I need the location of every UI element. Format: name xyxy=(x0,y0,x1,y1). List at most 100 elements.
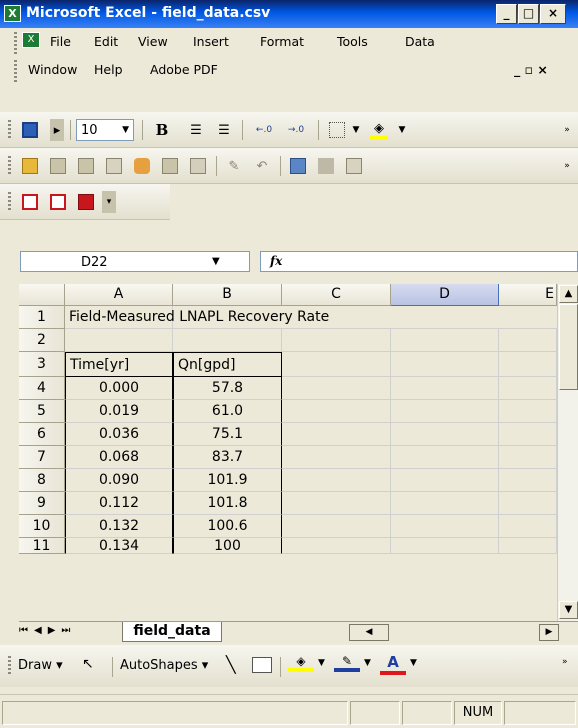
row-header[interactable]: 5 xyxy=(19,400,65,423)
row-header[interactable]: 6 xyxy=(19,423,65,446)
column-header-b[interactable]: B xyxy=(173,284,282,306)
cell[interactable] xyxy=(499,377,557,400)
menu-help[interactable]: Help xyxy=(94,62,123,77)
fill-color-dropdown-icon[interactable]: ▼ xyxy=(396,119,408,141)
cell[interactable] xyxy=(282,469,391,492)
data-cell[interactable]: 100.6 xyxy=(173,515,282,538)
toolbar-grip-4[interactable] xyxy=(8,656,11,676)
name-box-dropdown-icon[interactable]: ▼ xyxy=(212,256,220,267)
cell[interactable] xyxy=(282,352,391,377)
row-header[interactable]: 11 xyxy=(19,538,65,554)
research-icon[interactable] xyxy=(286,155,310,177)
cell[interactable] xyxy=(391,538,499,554)
increase-decimal-icon[interactable]: ←.0 xyxy=(250,119,278,141)
cell[interactable] xyxy=(282,515,391,538)
cell[interactable] xyxy=(282,329,391,352)
row-header[interactable]: 1 xyxy=(19,306,65,329)
data-cell[interactable]: 0.000 xyxy=(65,377,173,400)
decrease-decimal-icon[interactable]: →.0 xyxy=(282,119,310,141)
scroll-down-icon[interactable]: ▼ xyxy=(559,601,578,619)
minimize-button[interactable]: _ xyxy=(496,4,517,24)
data-cell[interactable]: 0.068 xyxy=(65,446,173,469)
borders-icon[interactable] xyxy=(326,119,348,141)
email-icon[interactable] xyxy=(102,155,126,177)
data-cell[interactable]: 75.1 xyxy=(173,423,282,446)
toolbar-options-icon[interactable]: ▸ xyxy=(50,119,64,141)
data-cell[interactable]: 100 xyxy=(173,538,282,554)
select-all-corner[interactable] xyxy=(19,284,65,306)
scroll-left-icon[interactable]: ◀ xyxy=(349,624,389,641)
row-header[interactable]: 10 xyxy=(19,515,65,538)
fx-icon[interactable]: fx xyxy=(270,254,282,268)
toolbar-grip-3[interactable] xyxy=(8,192,11,212)
menu-edit[interactable]: Edit xyxy=(94,34,118,49)
data-cell[interactable]: 83.7 xyxy=(173,446,282,469)
header-cell[interactable]: Qn[gpd] xyxy=(173,352,282,377)
column-header-a[interactable]: A xyxy=(65,284,173,306)
workbook-icon[interactable]: X xyxy=(22,32,40,48)
select-objects-icon[interactable]: ↖ xyxy=(82,656,94,672)
fill-color-icon-2[interactable]: ◈ xyxy=(288,654,314,672)
cell[interactable] xyxy=(391,377,499,400)
scroll-right-icon[interactable]: ▶ xyxy=(539,624,559,641)
font-size-select[interactable]: 10 ▼ xyxy=(76,119,134,141)
data-cell[interactable]: 101.8 xyxy=(173,492,282,515)
data-cell[interactable]: 0.132 xyxy=(65,515,173,538)
row-header[interactable]: 7 xyxy=(19,446,65,469)
data-cell[interactable]: 57.8 xyxy=(173,377,282,400)
cell[interactable] xyxy=(499,352,557,377)
data-cell[interactable]: 0.019 xyxy=(65,400,173,423)
borders-dropdown-icon[interactable]: ▼ xyxy=(350,119,362,141)
line-icon[interactable]: ╲ xyxy=(226,655,236,674)
toolbar-overflow-icon[interactable]: » xyxy=(562,119,572,141)
textbox-icon[interactable] xyxy=(252,657,272,673)
column-header-c[interactable]: C xyxy=(282,284,391,306)
tab-nav-icon[interactable]: ⏮◀▶⏭ xyxy=(19,625,76,636)
fill-dropdown-icon-2[interactable]: ▼ xyxy=(318,658,325,668)
cell[interactable] xyxy=(173,329,282,352)
cell[interactable] xyxy=(391,306,499,329)
line-color-dropdown-icon[interactable]: ▼ xyxy=(364,658,371,668)
cell[interactable] xyxy=(391,469,499,492)
pdf-review-icon[interactable] xyxy=(74,191,98,213)
cell[interactable] xyxy=(282,446,391,469)
save-icon[interactable] xyxy=(18,119,42,141)
formula-input[interactable] xyxy=(260,251,578,272)
cell[interactable] xyxy=(282,538,391,554)
data-cell[interactable]: 0.036 xyxy=(65,423,173,446)
cell[interactable] xyxy=(391,423,499,446)
toolbar-overflow-icon-2[interactable]: » xyxy=(562,155,572,177)
cell[interactable] xyxy=(391,515,499,538)
document-window-controls[interactable]: _ ▫ × xyxy=(514,62,548,77)
row-header[interactable]: 8 xyxy=(19,469,65,492)
folder-share-icon[interactable] xyxy=(74,155,98,177)
bold-button[interactable]: B xyxy=(150,119,174,141)
close-button[interactable]: × xyxy=(540,4,566,24)
menu-format[interactable]: Format xyxy=(260,34,304,49)
menu-view[interactable]: View xyxy=(138,34,168,49)
menu-insert[interactable]: Insert xyxy=(193,34,229,49)
sheet-title-cell[interactable]: Field-Measured LNAPL Recovery Rate xyxy=(65,306,329,329)
pencil-icon[interactable]: ✎ xyxy=(222,155,246,177)
row-header[interactable]: 9 xyxy=(19,492,65,515)
pdf-toolbar-options-icon[interactable]: ▾ xyxy=(102,191,116,213)
undo-icon[interactable]: ↶ xyxy=(250,155,274,177)
cell[interactable] xyxy=(499,329,557,352)
cell[interactable] xyxy=(499,306,557,329)
menu-grip[interactable] xyxy=(14,32,17,54)
cell[interactable] xyxy=(499,423,557,446)
column-header-e[interactable]: E xyxy=(499,284,557,306)
pdf-create-icon[interactable] xyxy=(18,191,42,213)
cell[interactable] xyxy=(391,329,499,352)
cell[interactable] xyxy=(391,446,499,469)
menu-data[interactable]: Data xyxy=(405,34,435,49)
menu-file[interactable]: File xyxy=(50,34,71,49)
line-color-icon[interactable]: ✎ xyxy=(334,654,360,672)
data-cell[interactable]: 0.134 xyxy=(65,538,173,554)
cell[interactable] xyxy=(282,492,391,515)
tools-icon[interactable] xyxy=(130,155,154,177)
data-cell[interactable]: 101.9 xyxy=(173,469,282,492)
center-align-icon[interactable]: ☰ xyxy=(184,119,208,141)
grid-icon[interactable] xyxy=(314,155,338,177)
menu-grip-2[interactable] xyxy=(14,60,17,82)
